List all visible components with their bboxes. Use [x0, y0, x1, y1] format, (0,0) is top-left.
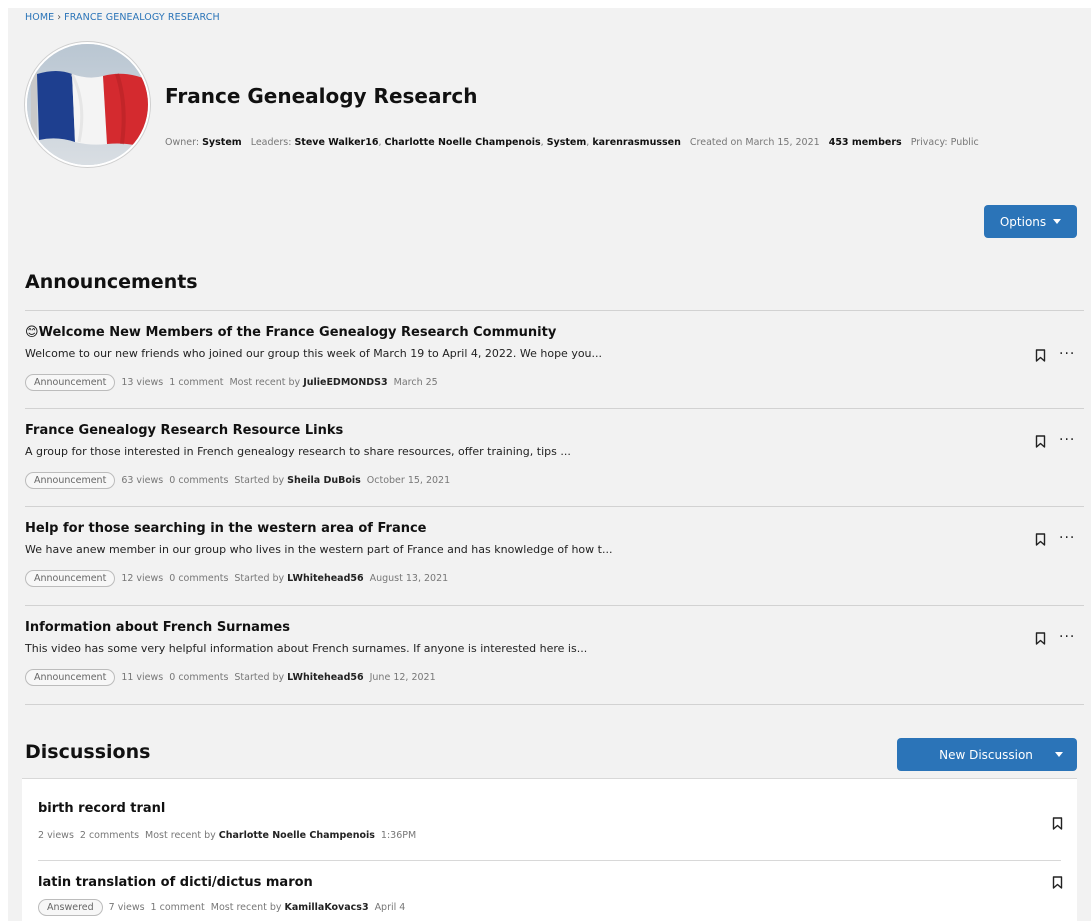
options-button[interactable]: Options — [984, 205, 1077, 238]
announcement-title[interactable]: 😊Welcome New Members of the France Genea… — [25, 325, 556, 340]
leaders-label: Leaders: — [250, 137, 292, 148]
post-date: March 25 — [393, 377, 438, 388]
views-count: 12 views — [121, 573, 164, 584]
by-label: Most recent by — [145, 830, 216, 841]
announcements-heading: Announcements — [25, 271, 198, 293]
leader-link[interactable]: Charlotte Noelle Champenois — [385, 137, 541, 148]
views-count: 63 views — [121, 475, 164, 486]
answered-tag[interactable]: Answered — [38, 899, 103, 916]
views-count: 13 views — [121, 377, 164, 388]
announcement-title[interactable]: Help for those searching in the western … — [25, 521, 427, 536]
announcement-excerpt: Welcome to our new friends who joined ou… — [25, 347, 603, 360]
by-label: Started by — [234, 573, 285, 584]
announcement-item[interactable]: 😊Welcome New Members of the France Genea… — [25, 311, 1084, 407]
post-date: October 15, 2021 — [366, 475, 451, 486]
more-options-icon[interactable]: ··· — [1059, 433, 1075, 447]
announcement-tag[interactable]: Announcement — [25, 472, 116, 489]
owner-link[interactable]: System — [202, 137, 242, 148]
discussion-title[interactable]: birth record tranl — [38, 801, 165, 816]
announcement-stats: Announcement 63 views 0 comments Started… — [25, 472, 450, 489]
announcement-item[interactable]: France Genealogy Research Resource Links… — [25, 409, 1084, 505]
new-discussion-label: New Discussion — [939, 747, 1033, 762]
announcement-tag[interactable]: Announcement — [25, 374, 116, 391]
leader-link[interactable]: Steve Walker16 — [294, 137, 378, 148]
by-label: Most recent by — [229, 377, 301, 388]
views-count: 11 views — [121, 672, 164, 683]
divider — [25, 704, 1084, 705]
bookmark-icon[interactable] — [1035, 533, 1046, 546]
announcement-tag[interactable]: Announcement — [25, 570, 116, 587]
announcement-item[interactable]: Help for those searching in the western … — [25, 507, 1084, 603]
comments-count: 1 comment — [150, 902, 205, 913]
announcement-excerpt: This video has some very helpful informa… — [25, 642, 588, 655]
comments-count: 0 comments — [169, 475, 229, 486]
bookmark-icon[interactable] — [1052, 876, 1063, 889]
author-link[interactable]: JulieEDMONDS3 — [303, 377, 387, 388]
members-count[interactable]: 453 members — [829, 137, 902, 148]
leader-link[interactable]: System — [547, 137, 587, 148]
created-date: Created on March 15, 2021 — [689, 137, 820, 148]
france-flag-image — [27, 44, 148, 165]
announcement-stats: Announcement 12 views 0 comments Started… — [25, 570, 448, 587]
group-title: France Genealogy Research — [165, 84, 478, 108]
views-count: 7 views — [108, 902, 145, 913]
announcement-title[interactable]: France Genealogy Research Resource Links — [25, 423, 343, 438]
comments-count: 1 comment — [169, 377, 224, 388]
announcement-stats: Announcement 11 views 0 comments Started… — [25, 669, 436, 686]
announcement-item[interactable]: Information about French Surnames This v… — [25, 606, 1084, 702]
post-date: June 12, 2021 — [369, 672, 436, 683]
discussion-stats: 2 views 2 comments Most recent by Charlo… — [38, 830, 416, 841]
author-link[interactable]: Charlotte Noelle Champenois — [219, 830, 375, 841]
bookmark-icon[interactable] — [1035, 632, 1046, 645]
announcement-title[interactable]: Information about French Surnames — [25, 620, 290, 635]
caret-down-icon[interactable] — [1055, 752, 1063, 757]
bookmark-icon[interactable] — [1035, 349, 1046, 362]
leader-link[interactable]: karenrasmussen — [592, 137, 681, 148]
new-discussion-button[interactable]: New Discussion — [897, 738, 1077, 771]
announcement-tag[interactable]: Announcement — [25, 669, 116, 686]
announcement-excerpt: We have anew member in our group who liv… — [25, 543, 613, 556]
announcement-stats: Announcement 13 views 1 comment Most rec… — [25, 374, 438, 391]
post-date: 1:36PM — [380, 830, 417, 841]
author-link[interactable]: LWhitehead56 — [287, 672, 363, 683]
by-label: Most recent by — [210, 902, 282, 913]
discussion-title[interactable]: latin translation of dicti/dictus maron — [38, 875, 313, 890]
views-count: 2 views — [38, 830, 74, 841]
smile-emoji-icon: 😊 — [25, 325, 39, 340]
group-avatar — [25, 42, 150, 167]
breadcrumb-separator: › — [57, 12, 62, 23]
author-link[interactable]: LWhitehead56 — [287, 573, 363, 584]
discussion-stats: Answered 7 views 1 comment Most recent b… — [38, 899, 405, 916]
by-label: Started by — [234, 672, 285, 683]
privacy-status: Privacy: Public — [910, 137, 979, 148]
post-date: April 4 — [374, 902, 406, 913]
discussion-item[interactable]: birth record tranl 2 views 2 comments Mo… — [38, 787, 1063, 849]
breadcrumb: HOME › FRANCE GENEALOGY RESEARCH — [25, 12, 220, 23]
group-page: HOME › FRANCE GENEALOGY RESEARCH France Ge… — [8, 8, 1091, 921]
comments-count: 0 comments — [169, 573, 229, 584]
options-label: Options — [999, 214, 1047, 229]
more-options-icon[interactable]: ··· — [1059, 347, 1075, 361]
more-options-icon[interactable]: ··· — [1059, 630, 1075, 644]
comments-count: 2 comments — [79, 830, 140, 841]
comments-count: 0 comments — [169, 672, 229, 683]
breadcrumb-home-link[interactable]: HOME — [25, 12, 54, 23]
caret-down-icon — [1053, 219, 1062, 224]
announcement-excerpt: A group for those interested in French g… — [25, 445, 571, 458]
owner-label: Owner: — [165, 137, 200, 148]
post-date: August 13, 2021 — [369, 573, 449, 584]
announcement-title-text: Welcome New Members of the France Geneal… — [38, 325, 557, 340]
author-link[interactable]: KamillaKovacs3 — [284, 902, 368, 913]
breadcrumb-current-link[interactable]: FRANCE GENEALOGY RESEARCH — [64, 12, 220, 23]
discussion-list: birth record tranl 2 views 2 comments Mo… — [22, 778, 1077, 921]
bookmark-icon[interactable] — [1035, 435, 1046, 448]
bookmark-icon[interactable] — [1052, 817, 1063, 830]
discussion-item[interactable]: latin translation of dicti/dictus maron … — [38, 861, 1063, 921]
by-label: Started by — [234, 475, 285, 486]
group-meta: Owner: System Leaders: Steve Walker16, C… — [165, 137, 979, 148]
more-options-icon[interactable]: ··· — [1059, 531, 1075, 545]
discussions-heading: Discussions — [25, 741, 151, 763]
author-link[interactable]: Sheila DuBois — [287, 475, 361, 486]
